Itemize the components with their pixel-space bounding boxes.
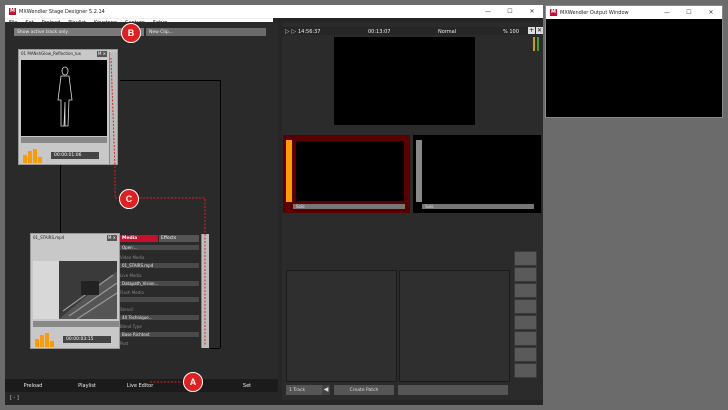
annotation-lines	[110, 57, 206, 383]
callout-c: C	[119, 189, 139, 209]
callout-b: B	[121, 23, 141, 43]
callout-a: A	[183, 372, 203, 392]
